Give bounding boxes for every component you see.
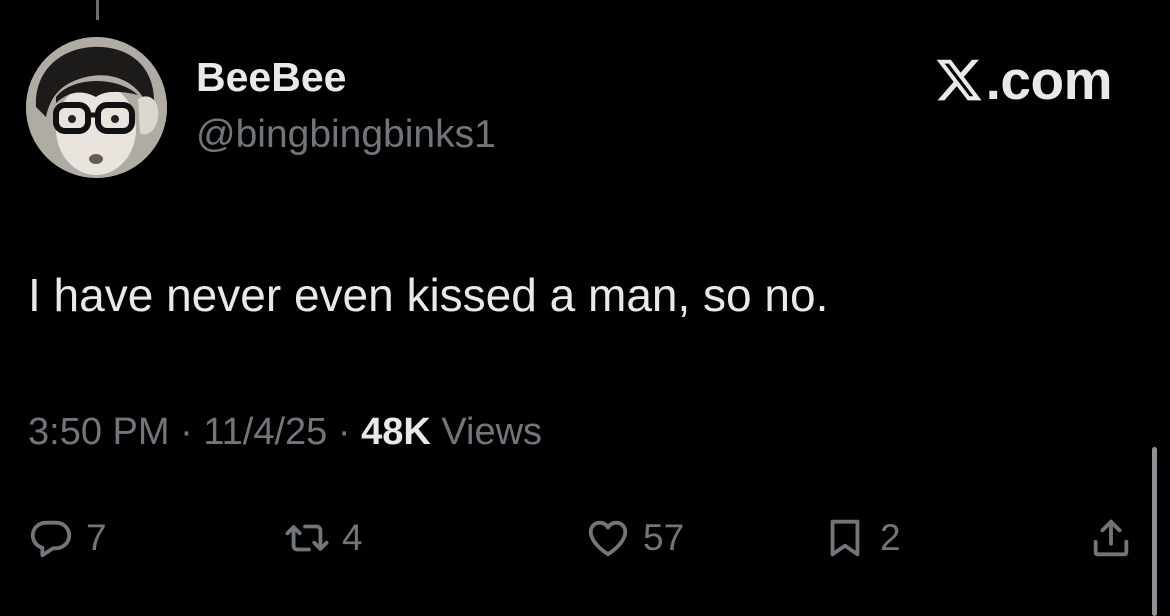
user-handle[interactable]: @bingbingbinks1 [196,113,496,157]
heart-icon [588,520,628,557]
avatar-image [26,37,167,178]
display-name[interactable]: BeeBee [196,54,346,101]
meta-separator: · [327,411,362,453]
reply-button[interactable]: 7 [28,508,107,568]
bookmark-button[interactable]: 2 [822,508,901,568]
tweet-date[interactable]: 11/4/25 [203,411,327,453]
views-count[interactable]: 48K [361,411,431,453]
like-count: 57 [643,517,685,558]
share-icon [1093,519,1129,557]
share-button[interactable] [1088,508,1134,568]
retweet-button[interactable]: 4 [284,508,363,568]
thread-connector-line [96,0,99,20]
x-logo-icon [936,59,982,101]
meta-separator: · [169,411,204,453]
tweet-meta: 3:50 PM · 11/4/25 · 48K Views [28,411,542,454]
reply-bubble-icon [30,520,72,558]
avatar[interactable] [26,37,167,178]
scrollbar-thumb[interactable] [1152,447,1157,616]
tweet-text: I have never even kissed a man, so no. [28,269,829,321]
retweet-icon [285,524,329,552]
like-button[interactable]: 57 [585,508,684,568]
retweet-count: 4 [342,517,363,558]
action-bar: 7 4 57 2 [0,508,1170,568]
tweet-time[interactable]: 3:50 PM [28,411,170,453]
brand-watermark: .com [934,48,1113,112]
bookmark-icon [830,519,860,557]
bookmark-count: 2 [880,517,901,558]
reply-count: 7 [86,517,107,558]
brand-domain: .com [985,49,1113,111]
views-label: Views [441,411,543,453]
